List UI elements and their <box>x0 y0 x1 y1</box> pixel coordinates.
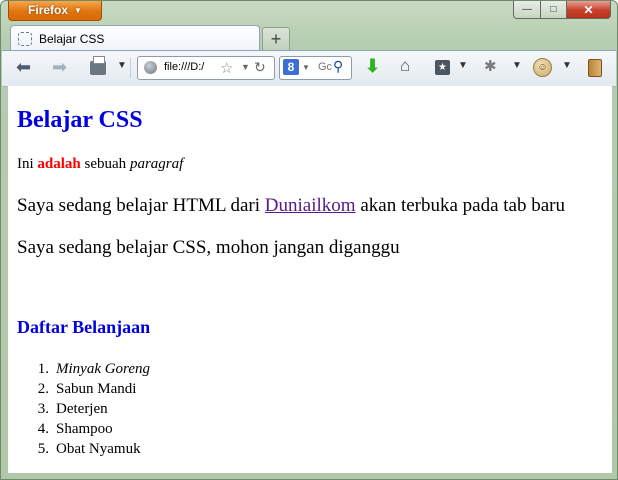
back-arrow-icon[interactable]: ⬅ <box>16 57 31 78</box>
list-item-text: Deterjen <box>56 401 108 417</box>
page-heading: Belajar CSS <box>17 107 143 133</box>
globe-icon <box>144 61 157 74</box>
list-item: 2. Sabun Mandi <box>17 379 150 399</box>
download-arrow-icon[interactable]: ⬇ <box>365 56 380 77</box>
smiley-addon-icon[interactable]: ☺ <box>533 58 552 77</box>
print-icon[interactable] <box>90 56 106 75</box>
shopping-list: 1. Minyak Goreng 2. Sabun Mandi 3. Deterjen… <box>17 359 150 459</box>
search-engine-dropdown-icon[interactable]: ▼ <box>302 63 310 72</box>
bookmarks-menu-icon[interactable]: ★ <box>435 60 450 75</box>
maximize-button[interactable]: □ <box>541 1 567 19</box>
close-window-button[interactable]: ✕ <box>567 1 611 19</box>
bookmarks-dropdown-icon[interactable]: ▼ <box>458 60 468 71</box>
maximize-icon: □ <box>550 4 557 15</box>
print-dropdown-icon[interactable]: ▼ <box>117 60 127 71</box>
paragraph-2-end: akan terbuka pada tab baru <box>355 195 566 216</box>
list-item-text: Shampoo <box>56 421 113 437</box>
navigation-toolbar: ⬅ ➡ ▼ file:///D:/ ☆ ▼ ↻ 8 ▼ Gc ⚲ ⬇ ⌂ ★ ▼… <box>2 50 616 87</box>
paragraph-1-middle: sebuah <box>80 156 130 172</box>
paragraph-1-italic: paragraf <box>129 156 184 172</box>
bookmark-star-icon[interactable]: ☆ <box>220 59 233 77</box>
list-item: 5. Obat Nyamuk <box>17 439 150 459</box>
tab-title: Belajar CSS <box>39 32 105 46</box>
reload-icon[interactable]: ↻ <box>254 59 266 76</box>
url-bar[interactable]: file:///D:/ ☆ ▼ ↻ <box>137 56 275 80</box>
forward-arrow-icon[interactable]: ➡ <box>52 57 67 78</box>
paragraph-1-start: Ini <box>17 156 38 172</box>
toolbar-separator <box>130 58 131 78</box>
url-text: file:///D:/ <box>164 61 205 73</box>
url-history-dropdown-icon[interactable]: ▼ <box>241 62 250 72</box>
list-item-number: 3. <box>37 401 49 417</box>
plus-icon: + <box>270 29 282 49</box>
close-icon: ✕ <box>583 2 594 17</box>
window-controls: — □ ✕ <box>513 1 611 19</box>
list-item-number: 4. <box>37 421 49 437</box>
search-bar[interactable]: 8 ▼ Gc ⚲ <box>279 56 352 80</box>
list-item-text: Minyak Goreng <box>56 361 150 377</box>
minimize-button[interactable]: — <box>513 1 541 19</box>
list-item: 1. Minyak Goreng <box>17 359 150 379</box>
paragraph-1-highlight: adalah <box>37 156 81 172</box>
book-addon-icon[interactable] <box>588 59 602 77</box>
firefox-menu-label: Firefox <box>28 3 69 17</box>
addon-dropdown-icon[interactable]: ▼ <box>562 60 572 71</box>
new-tab-button[interactable]: + <box>262 27 290 52</box>
paragraph-1: Ini adalah sebuah paragraf <box>17 156 183 173</box>
firebug-dropdown-icon[interactable]: ▼ <box>512 60 522 71</box>
list-item-number: 2. <box>37 381 49 397</box>
firebug-icon[interactable]: ✱ <box>484 57 497 75</box>
magnifier-icon[interactable]: ⚲ <box>333 58 343 75</box>
list-item-text: Obat Nyamuk <box>56 441 141 457</box>
paragraph-3: Saya sedang belajar CSS, mohon jangan di… <box>17 237 400 258</box>
page-favicon-icon <box>18 32 32 46</box>
paragraph-2: Saya sedang belajar HTML dari Duniailkom… <box>17 195 565 217</box>
list-item-text: Sabun Mandi <box>56 381 137 397</box>
list-item-number: 1. <box>37 361 49 377</box>
tab-belajar-css[interactable]: Belajar CSS <box>10 25 260 52</box>
paragraph-2-start: Saya sedang belajar HTML dari <box>17 195 265 216</box>
google-search-engine-icon[interactable]: 8 <box>283 59 299 75</box>
home-icon[interactable]: ⌂ <box>400 56 410 76</box>
page-content: Belajar CSS Ini adalah sebuah paragraf S… <box>8 86 612 473</box>
minimize-icon: — <box>522 4 532 15</box>
browser-window: Firefox ▼ — □ ✕ Belajar CSS + ⬅ ➡ ▼ file:… <box>0 0 618 480</box>
dropdown-arrow-icon: ▼ <box>74 6 82 15</box>
list-heading: Daftar Belanjaan <box>17 317 151 337</box>
duniailkom-link[interactable]: Duniailkom <box>265 195 356 216</box>
list-item: 4. Shampoo <box>17 419 150 439</box>
firefox-menu-button[interactable]: Firefox ▼ <box>8 1 102 21</box>
list-item-number: 5. <box>37 441 49 457</box>
list-item: 3. Deterjen <box>17 399 150 419</box>
search-placeholder: Gc <box>318 61 333 73</box>
